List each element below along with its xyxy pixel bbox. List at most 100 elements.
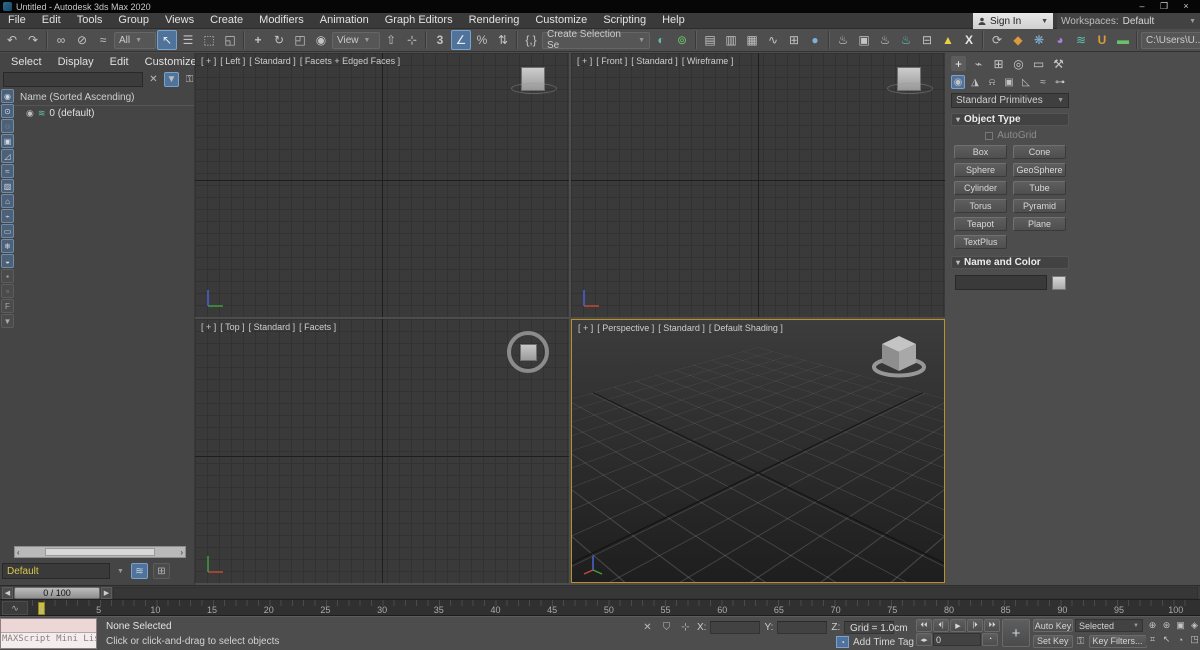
viewport-label-segment[interactable]: [ Left ] xyxy=(220,56,245,66)
primitive-button[interactable]: Box xyxy=(954,145,1007,159)
key-filters-button[interactable]: Key Filters... xyxy=(1089,635,1147,648)
primitive-button[interactable]: GeoSphere xyxy=(1013,163,1066,177)
angle-snap-icon[interactable]: ∠ xyxy=(451,30,471,50)
primitive-button[interactable]: Plane xyxy=(1013,217,1066,231)
zoom-extents-icon[interactable]: ▣ xyxy=(1174,619,1187,632)
unlink-selection-icon[interactable]: ⊘ xyxy=(72,30,92,50)
viewport-label-segment[interactable]: [ Facets + Edged Faces ] xyxy=(300,56,400,66)
display-containers-icon[interactable]: ❄ xyxy=(1,239,14,253)
zoom-extents-all-icon[interactable]: ◈ xyxy=(1188,619,1200,632)
display-spacewarps-icon[interactable]: ▨ xyxy=(1,179,14,193)
select-and-scale-icon[interactable]: ◰ xyxy=(290,30,310,50)
viewport-perspective[interactable]: [ + ][ Perspective ][ Standard ][ Defaul… xyxy=(571,319,945,583)
selection-filter-dropdown[interactable]: All▼ xyxy=(114,32,156,49)
subtab-lights[interactable]: ⍾ xyxy=(985,75,999,89)
menu-item[interactable]: Views xyxy=(157,14,202,26)
viewcube[interactable] xyxy=(521,67,545,91)
display-bones-icon[interactable]: ▭ xyxy=(1,224,14,238)
cancel-render-icon[interactable]: X xyxy=(959,30,979,50)
primitive-button[interactable]: Sphere xyxy=(954,163,1007,177)
display-xrefs-icon[interactable]: ⌁ xyxy=(1,209,14,223)
autodesk-app-icon[interactable]: ❋ xyxy=(1029,30,1049,50)
primitive-category-dropdown[interactable]: Standard Primitives ▼ xyxy=(951,93,1069,108)
tab-display[interactable]: ▭ xyxy=(1031,56,1046,71)
clear-search-icon[interactable]: ✕ xyxy=(146,72,161,87)
viewcube[interactable] xyxy=(868,330,930,380)
schematic-view-icon[interactable]: ⊞ xyxy=(784,30,804,50)
display-helpers-icon[interactable]: ≈ xyxy=(1,164,14,178)
mini-curve-editor-button[interactable]: ∿ xyxy=(2,601,28,615)
display-shapes-icon[interactable]: ◌ xyxy=(1,119,14,133)
frozen-filter-icon[interactable]: F xyxy=(1,299,14,313)
viewport-top[interactable]: [ + ][ Top ][ Standard ][ Facets ] xyxy=(195,319,569,583)
primitive-button[interactable]: Cylinder xyxy=(954,181,1007,195)
listener-field[interactable]: MAXScript Mini Liste xyxy=(1,633,96,648)
object-name-input[interactable] xyxy=(955,275,1047,290)
tab-motion[interactable]: ◎ xyxy=(1011,56,1026,71)
toggle-layer-explorer-icon[interactable]: ▥ xyxy=(721,30,741,50)
minimize-button[interactable]: – xyxy=(1131,0,1153,13)
zoom-region-icon[interactable]: ⌗ xyxy=(1146,633,1159,646)
viewport-label-segment[interactable]: [ Top ] xyxy=(220,322,244,332)
scene-explorer-menu[interactable]: Display xyxy=(51,56,101,68)
scroll-right-icon[interactable]: › xyxy=(180,548,183,557)
hierarchy-mode-icon[interactable]: ▫ xyxy=(1,284,14,298)
hierarchy-view-icon[interactable]: ⊞ xyxy=(153,563,170,579)
subtab-helpers[interactable]: ◺ xyxy=(1019,75,1033,89)
scene-explorer-hscrollbar[interactable]: ‹ › xyxy=(14,546,186,558)
align-icon[interactable]: ⊚ xyxy=(672,30,692,50)
time-configuration-icon[interactable]: ◔ xyxy=(982,633,998,646)
key-mode-toggle-icon[interactable]: ◂▸ xyxy=(916,633,932,646)
tab-modify[interactable]: ⌁ xyxy=(971,56,986,71)
filter-icon[interactable]: ▼ xyxy=(164,72,179,87)
next-frame-icon[interactable]: |⏵ xyxy=(967,619,983,632)
next-frame-icon[interactable]: ▶ xyxy=(101,587,112,599)
menu-item[interactable]: Scripting xyxy=(595,14,654,26)
add-time-tag[interactable]: ◔ Add Time Tag xyxy=(836,636,914,648)
display-geometry-icon[interactable]: ⊙ xyxy=(1,104,14,118)
viewport-label-segment[interactable]: [ Standard ] xyxy=(631,56,678,66)
subtab-geometry[interactable]: ◉ xyxy=(951,75,965,89)
select-and-place-icon[interactable]: ◉ xyxy=(311,30,331,50)
scene-explorer-column-header[interactable]: Name (Sorted Ascending) xyxy=(0,89,194,106)
maxscript-mini-listener[interactable]: MAXScript Mini Liste xyxy=(0,618,97,649)
render-setup-icon[interactable]: ♨ xyxy=(833,30,853,50)
primitive-button[interactable]: TextPlus xyxy=(954,235,1007,249)
undo-icon[interactable]: ↶ xyxy=(2,30,22,50)
menu-item[interactable]: Create xyxy=(202,14,251,26)
tab-create[interactable]: + xyxy=(951,56,966,71)
set-keys-button[interactable]: + xyxy=(1002,619,1030,647)
tab-utilities[interactable]: ⚒ xyxy=(1051,56,1066,71)
snap-toggle-3d-icon[interactable]: 3 xyxy=(430,30,450,50)
toggle-ribbon-icon[interactable]: ▦ xyxy=(742,30,762,50)
subtab-spacewarps[interactable]: ≈ xyxy=(1036,75,1050,89)
select-and-move-icon[interactable]: + xyxy=(248,30,268,50)
previous-frame-icon[interactable]: ⏴| xyxy=(933,619,949,632)
object-type-rollout[interactable]: ▾ Object Type xyxy=(951,113,1069,126)
maximize-button[interactable]: ❐ xyxy=(1153,0,1175,13)
viewport-left[interactable]: [ + ][ Left ][ Standard ][ Facets + Edge… xyxy=(195,53,569,317)
render-warning-icon[interactable]: ▲ xyxy=(938,30,958,50)
arnold-render-icon[interactable]: ◕ xyxy=(1050,30,1070,50)
scene-explorer-menu[interactable]: Customize xyxy=(138,56,204,68)
primitive-button[interactable]: Teapot xyxy=(954,217,1007,231)
prev-frame-icon[interactable]: ◀ xyxy=(2,587,13,599)
transform-typein-icon[interactable]: ⊹ xyxy=(678,620,693,634)
subtab-systems[interactable]: ⊶ xyxy=(1053,75,1067,89)
viewport-label-segment[interactable]: [ Perspective ] xyxy=(597,323,654,333)
close-button[interactable]: × xyxy=(1175,0,1197,13)
civil-view-icon[interactable]: ▬ xyxy=(1113,30,1133,50)
zoom-icon[interactable]: ⊕ xyxy=(1146,619,1159,632)
workspaces-selector[interactable]: Workspaces: Default ▼ xyxy=(1057,13,1200,29)
viewport-label-segment[interactable]: [ Default Shading ] xyxy=(709,323,783,333)
state-sets-icon[interactable]: ⊟ xyxy=(917,30,937,50)
viewport-label-segment[interactable]: [ Front ] xyxy=(596,56,627,66)
viewport-label-segment[interactable]: [ + ] xyxy=(201,322,216,332)
toggle-scene-explorer-icon[interactable]: ▤ xyxy=(700,30,720,50)
render-production-icon[interactable]: ♨ xyxy=(875,30,895,50)
viewport-label-segment[interactable]: [ + ] xyxy=(578,323,593,333)
named-selection-sets-icon[interactable]: {,} xyxy=(521,30,541,50)
display-materials-icon[interactable]: ◒ xyxy=(1,254,14,268)
sort-mode-icon[interactable]: ▪ xyxy=(1,269,14,283)
select-and-manipulate-icon[interactable]: ⊹ xyxy=(402,30,422,50)
